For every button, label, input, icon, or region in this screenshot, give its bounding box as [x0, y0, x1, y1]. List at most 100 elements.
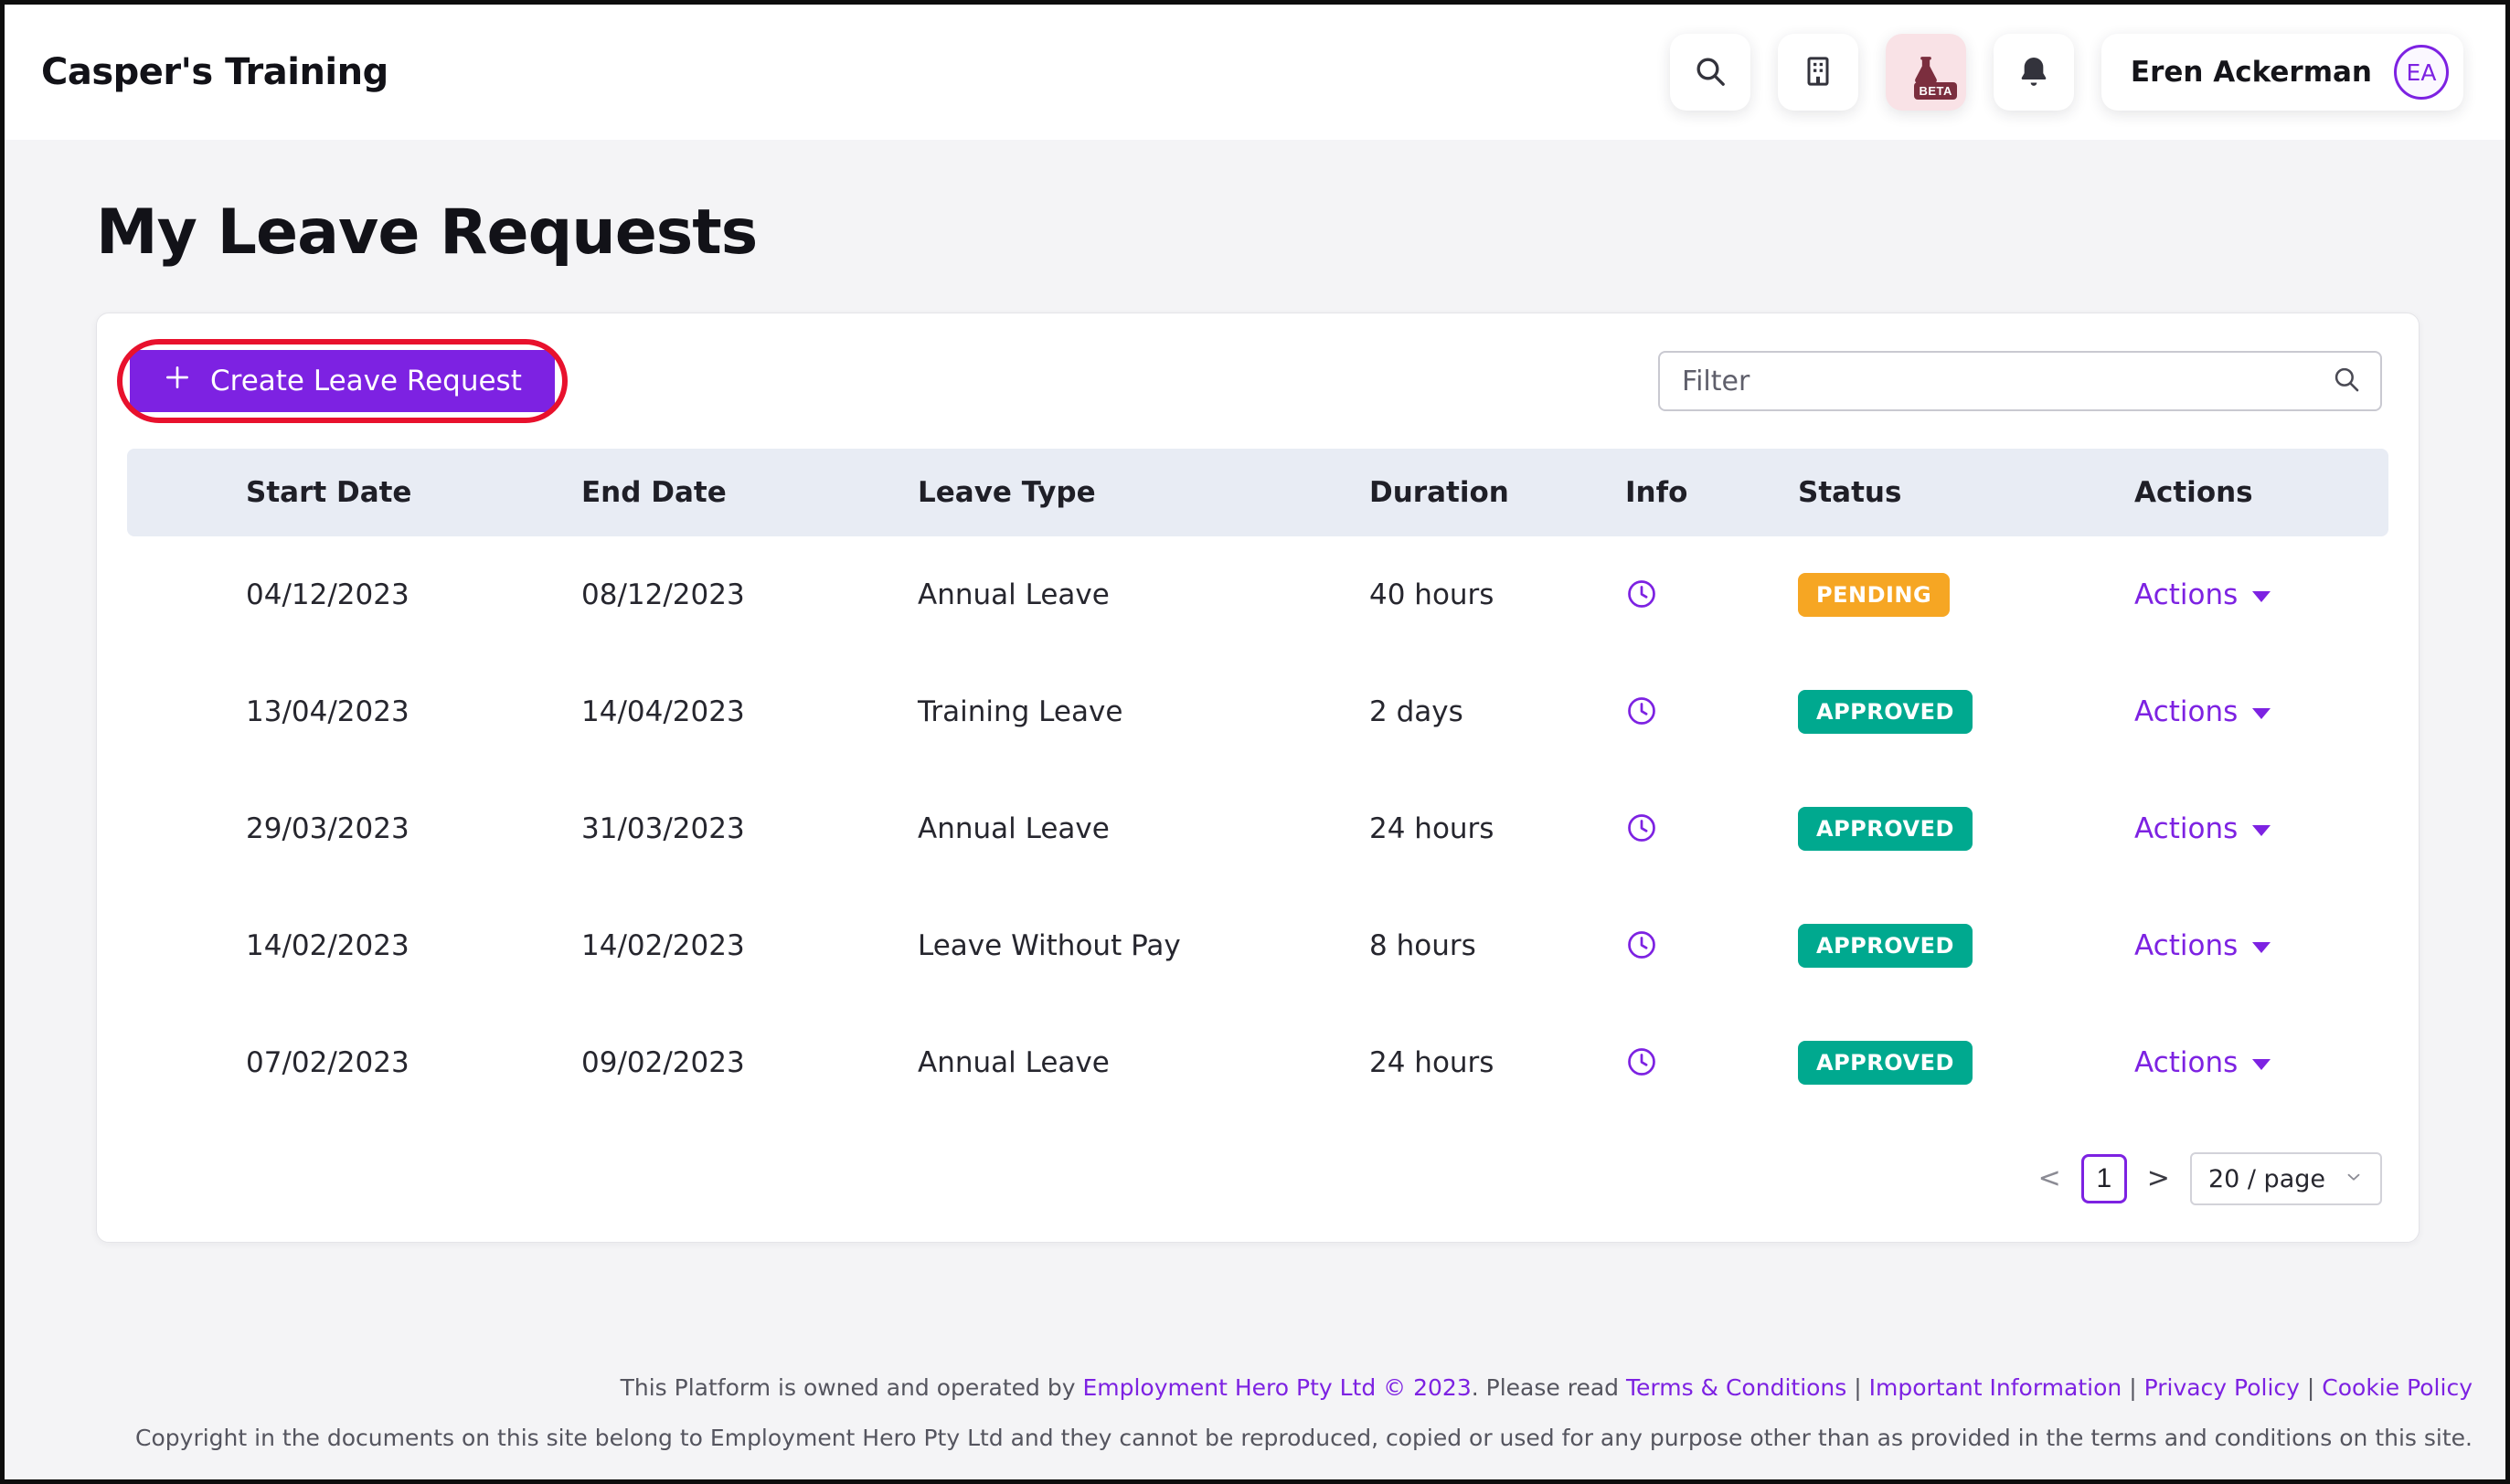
col-header-actions: Actions [2134, 476, 2253, 509]
row-actions-button[interactable]: Actions [2134, 812, 2271, 845]
create-button-wrap: Create Leave Request [117, 339, 568, 423]
cell-status: APPROVED [1798, 690, 2134, 734]
user-name: Eren Ackerman [2130, 56, 2372, 89]
cell-leave-type: Annual Leave [918, 1046, 1110, 1079]
footer-text: . Please read [1471, 1374, 1626, 1401]
organisation-icon [1800, 53, 1836, 92]
top-bar: Casper's Training BETA Eren Ackerman EA [5, 5, 2505, 140]
col-header-end-date: End Date [581, 476, 727, 509]
filter-search-icon [2331, 364, 2362, 398]
info-clock-button[interactable] [1625, 811, 1658, 847]
cell-leave-type: Annual Leave [918, 578, 1110, 611]
footer-link[interactable]: Cookie Policy [2322, 1374, 2473, 1401]
cell-info [1625, 694, 1798, 730]
page-size-select[interactable]: 20 / page [2189, 1152, 2382, 1205]
leave-requests-card: Create Leave Request Start [96, 313, 2420, 1243]
info-clock-button[interactable] [1625, 694, 1658, 730]
row-actions-button[interactable]: Actions [2134, 578, 2271, 611]
create-button-label: Create Leave Request [210, 365, 522, 398]
cell-duration: 24 hours [1369, 1046, 1494, 1079]
status-badge: APPROVED [1798, 924, 1973, 968]
clock-icon [1625, 578, 1658, 613]
actions-label: Actions [2134, 812, 2239, 845]
cell-start-date: 13/04/2023 [246, 695, 409, 728]
cell-duration: 8 hours [1369, 929, 1476, 962]
table-row: 07/02/2023 09/02/2023 Annual Leave 24 ho… [127, 1004, 2388, 1121]
user-avatar: EA [2394, 45, 2449, 100]
beta-features-button[interactable]: BETA [1885, 34, 1966, 111]
actions-label: Actions [2134, 695, 2239, 728]
pagination-prev-button[interactable]: < [2038, 1165, 2061, 1192]
footer-link[interactable]: Employment Hero Pty Ltd © 2023 [1082, 1374, 1471, 1401]
notifications-icon [2015, 53, 2052, 92]
create-leave-request-button[interactable]: Create Leave Request [130, 350, 555, 412]
info-clock-button[interactable] [1625, 578, 1658, 613]
main-content: My Leave Requests Create Leave Request F… [5, 140, 2505, 1372]
leave-requests-table: Start Date End Date Leave Type Duration … [127, 449, 2388, 1121]
clock-icon [1625, 811, 1658, 847]
cell-status: APPROVED [1798, 1041, 2134, 1085]
filter-input[interactable] [1682, 365, 2331, 398]
status-badge: APPROVED [1798, 807, 1973, 851]
row-actions-button[interactable]: Actions [2134, 695, 2271, 728]
cell-start-date: 29/03/2023 [246, 812, 409, 845]
brand-title: Casper's Training [41, 51, 388, 93]
cell-info [1625, 811, 1798, 847]
cell-leave-type: Training Leave [918, 695, 1123, 728]
page-size-value: 20 / page [2207, 1164, 2325, 1193]
cell-status: APPROVED [1798, 924, 2134, 968]
cell-duration: 24 hours [1369, 812, 1494, 845]
cell-actions: Actions [2134, 929, 2388, 962]
footer: This Platform is owned and operated by E… [5, 1372, 2505, 1479]
cell-end-date: 14/04/2023 [581, 695, 745, 728]
col-header-leave-type: Leave Type [918, 476, 1096, 509]
chevron-down-icon [2252, 591, 2271, 602]
info-clock-button[interactable] [1625, 1045, 1658, 1081]
col-header-info: Info [1625, 476, 1688, 509]
footer-text: | [2299, 1374, 2323, 1401]
cell-status: APPROVED [1798, 807, 2134, 851]
chevron-down-icon [2252, 942, 2271, 953]
table-row: 14/02/2023 14/02/2023 Leave Without Pay … [127, 887, 2388, 1004]
chevron-down-icon [2252, 708, 2271, 719]
footer-link[interactable]: Terms & Conditions [1626, 1374, 1846, 1401]
chevron-down-icon [2252, 1059, 2271, 1070]
chevron-down-icon [2344, 1165, 2364, 1193]
search-button[interactable] [1669, 34, 1750, 111]
cell-duration: 2 days [1369, 695, 1463, 728]
cell-start-date: 14/02/2023 [246, 929, 409, 962]
footer-link[interactable]: Important Information [1869, 1374, 2122, 1401]
footer-text: This Platform is owned and operated by [620, 1374, 1083, 1401]
top-bar-actions: BETA Eren Ackerman EA [1669, 34, 2463, 111]
cell-leave-type: Leave Without Pay [918, 929, 1181, 962]
status-badge: APPROVED [1798, 690, 1973, 734]
cell-info [1625, 1045, 1798, 1081]
col-header-status: Status [1798, 476, 1902, 509]
cell-end-date: 08/12/2023 [581, 578, 745, 611]
table-row: 04/12/2023 08/12/2023 Annual Leave 40 ho… [127, 536, 2388, 653]
pagination-next-button[interactable]: > [2147, 1165, 2170, 1192]
notifications-button[interactable] [1993, 34, 2074, 111]
col-header-duration: Duration [1369, 476, 1509, 509]
page-title: My Leave Requests [96, 196, 758, 269]
cell-start-date: 04/12/2023 [246, 578, 409, 611]
search-icon [1692, 53, 1728, 92]
cell-actions: Actions [2134, 812, 2388, 845]
pagination: < 1 > 20 / page [97, 1121, 2419, 1214]
user-menu[interactable]: Eren Ackerman EA [2101, 34, 2463, 111]
card-toolbar: Create Leave Request [97, 339, 2419, 423]
cell-status: PENDING [1798, 573, 2134, 617]
info-clock-button[interactable] [1625, 928, 1658, 964]
cell-actions: Actions [2134, 1046, 2388, 1079]
pagination-page-1[interactable]: 1 [2080, 1154, 2127, 1203]
row-actions-button[interactable]: Actions [2134, 1046, 2271, 1079]
cell-actions: Actions [2134, 578, 2388, 611]
status-badge: PENDING [1798, 573, 1951, 617]
cell-end-date: 14/02/2023 [581, 929, 745, 962]
cell-end-date: 31/03/2023 [581, 812, 745, 845]
table-header-row: Start Date End Date Leave Type Duration … [127, 449, 2388, 536]
clock-icon [1625, 928, 1658, 964]
organisation-button[interactable] [1777, 34, 1858, 111]
footer-link[interactable]: Privacy Policy [2144, 1374, 2300, 1401]
row-actions-button[interactable]: Actions [2134, 929, 2271, 962]
